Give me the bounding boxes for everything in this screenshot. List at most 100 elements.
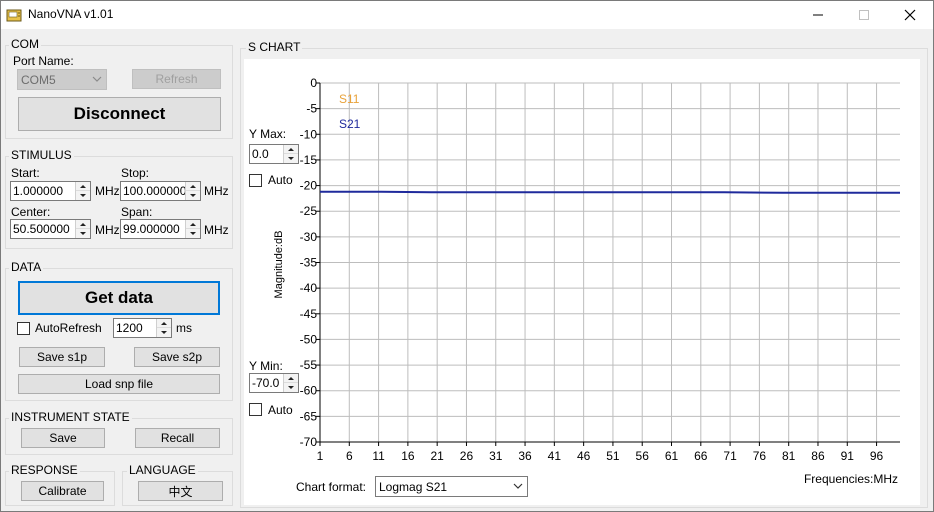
stop-unit: MHz — [204, 184, 229, 198]
spin-down-icon[interactable] — [186, 191, 200, 200]
span-label: Span: — [121, 205, 153, 219]
spin-up-icon[interactable] — [76, 182, 90, 191]
ymax-auto-checkbox[interactable] — [249, 174, 262, 187]
spin-down-icon[interactable] — [284, 383, 298, 392]
x-tick-label: 86 — [811, 449, 825, 463]
refresh-button[interactable]: Refresh — [132, 69, 221, 89]
window-title: NanoVNA v1.01 — [28, 7, 114, 21]
spin-down-icon[interactable] — [284, 154, 298, 163]
x-tick-label: 51 — [606, 449, 620, 463]
interval-spinner[interactable] — [156, 319, 171, 337]
center-input[interactable]: 50.500000 — [10, 219, 91, 239]
autorefresh-checkbox[interactable] — [17, 322, 30, 335]
ymin-auto-label: Auto — [268, 403, 293, 417]
spin-up-icon[interactable] — [157, 319, 171, 328]
port-select[interactable]: COM5 — [17, 69, 107, 90]
get-data-button[interactable]: Get data — [18, 281, 220, 315]
save-s2p-button[interactable]: Save s2p — [134, 347, 220, 367]
x-tick-label: 71 — [723, 449, 737, 463]
start-label: Start: — [11, 166, 40, 180]
y-tick-label: -55 — [300, 358, 318, 372]
ymin-input[interactable]: -70.0 — [249, 373, 299, 393]
maximize-icon — [859, 10, 869, 20]
x-tick-label: 11 — [372, 449, 385, 463]
span-value: 99.000000 — [123, 222, 180, 236]
maximize-button[interactable] — [841, 1, 887, 29]
stop-label: Stop: — [121, 166, 150, 180]
x-tick-label: 16 — [401, 449, 415, 463]
y-tick-label: -70 — [300, 435, 318, 449]
chevron-down-icon — [92, 76, 102, 82]
load-snp-button[interactable]: Load snp file — [18, 374, 220, 394]
x-axis-title: Frequencies:MHz — [804, 472, 898, 486]
x-tick-label: 6 — [346, 449, 353, 463]
state-save-button[interactable]: Save — [21, 428, 105, 448]
stop-value: 100.000000 — [123, 184, 187, 198]
spin-up-icon[interactable] — [76, 220, 90, 229]
spin-down-icon[interactable] — [76, 191, 90, 200]
x-tick-label: 81 — [782, 449, 796, 463]
spin-up-icon[interactable] — [284, 145, 298, 154]
disconnect-button[interactable]: Disconnect — [18, 97, 221, 131]
spin-up-icon[interactable] — [186, 182, 200, 191]
x-tick-label: 41 — [548, 449, 562, 463]
minimize-icon — [813, 14, 823, 16]
instrument-state-group-label: INSTRUMENT STATE — [9, 410, 132, 424]
port-name-label: Port Name: — [13, 54, 74, 68]
x-tick-label: 91 — [841, 449, 855, 463]
x-tick-label: 26 — [460, 449, 474, 463]
spin-down-icon[interactable] — [186, 229, 200, 238]
ymax-auto-label: Auto — [268, 173, 293, 187]
start-value: 1.000000 — [13, 184, 64, 198]
y-tick-label: -20 — [300, 179, 318, 193]
autorefresh-label: AutoRefresh — [35, 321, 102, 335]
stop-input[interactable]: 100.000000 — [120, 181, 201, 201]
language-button[interactable]: 中文 — [138, 481, 223, 501]
spin-up-icon[interactable] — [186, 220, 200, 229]
y-tick-label: 0 — [310, 76, 317, 90]
interval-input[interactable]: 1200 — [113, 318, 172, 338]
spin-down-icon[interactable] — [157, 328, 171, 337]
response-group-label: RESPONSE — [9, 463, 80, 477]
y-tick-label: -35 — [300, 256, 318, 270]
center-label: Center: — [11, 205, 51, 219]
interval-unit: ms — [176, 321, 192, 335]
ymax-input[interactable]: 0.0 — [249, 144, 299, 164]
ymax-label: Y Max: — [249, 127, 287, 141]
span-unit: MHz — [204, 223, 229, 237]
span-input[interactable]: 99.000000 — [120, 219, 201, 239]
close-button[interactable] — [887, 1, 933, 29]
spin-up-icon[interactable] — [284, 374, 298, 383]
save-s1p-button[interactable]: Save s1p — [19, 347, 105, 367]
chevron-down-icon — [513, 483, 523, 489]
ymax-spinner[interactable] — [283, 145, 298, 163]
x-tick-label: 61 — [665, 449, 679, 463]
calibrate-button[interactable]: Calibrate — [21, 481, 104, 501]
x-tick-label: 96 — [870, 449, 884, 463]
language-group-label: LANGUAGE — [127, 463, 198, 477]
start-spinner[interactable] — [75, 182, 90, 200]
y-tick-label: -25 — [300, 204, 318, 218]
state-recall-button[interactable]: Recall — [135, 428, 220, 448]
y-tick-label: -65 — [300, 409, 318, 423]
legend-entry-s21: S21 — [339, 117, 361, 131]
center-spinner[interactable] — [75, 220, 90, 238]
y-axis-title: Magnitude:dB — [273, 231, 285, 299]
ymin-auto-checkbox[interactable] — [249, 403, 262, 416]
start-input[interactable]: 1.000000 — [10, 181, 91, 201]
s-chart-group-label: S CHART — [246, 40, 303, 54]
ymin-spinner[interactable] — [283, 374, 298, 392]
close-icon — [904, 9, 916, 21]
spin-down-icon[interactable] — [76, 229, 90, 238]
span-spinner[interactable] — [185, 220, 200, 238]
y-tick-label: -15 — [300, 153, 318, 167]
com-group-label: COM — [9, 37, 41, 51]
y-tick-label: -60 — [300, 384, 318, 398]
stop-spinner[interactable] — [185, 182, 200, 200]
x-tick-label: 56 — [636, 449, 650, 463]
title-bar: NanoVNA v1.01 — [1, 1, 933, 29]
chart-format-select[interactable]: Logmag S21 — [375, 476, 528, 497]
ymin-value: -70.0 — [252, 376, 280, 390]
nanovna-app-icon — [6, 9, 22, 22]
minimize-button[interactable] — [795, 1, 841, 29]
